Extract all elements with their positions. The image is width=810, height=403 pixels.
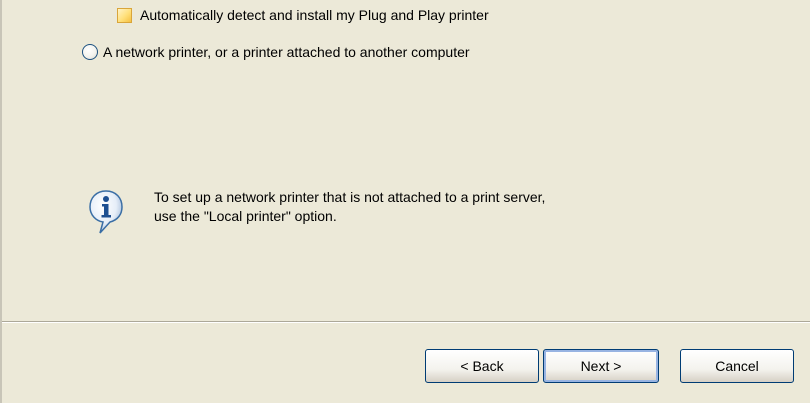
network-printer-radio[interactable] — [82, 44, 98, 60]
footer-separator — [2, 321, 810, 323]
info-icon — [88, 188, 124, 236]
auto-detect-checkbox[interactable] — [117, 7, 132, 23]
info-message-line-2: use the "Local printer" option. — [154, 208, 337, 224]
info-message-line-1: To set up a network printer that is not … — [154, 189, 546, 205]
add-printer-wizard-dialog: Automatically detect and install my Plug… — [0, 0, 810, 403]
back-button[interactable]: < Back — [425, 349, 539, 383]
auto-detect-option[interactable]: Automatically detect and install my Plug… — [117, 7, 489, 23]
cancel-button[interactable]: Cancel — [680, 349, 794, 383]
wizard-content-area: Automatically detect and install my Plug… — [2, 0, 810, 322]
network-printer-label: A network printer, or a printer attached… — [103, 44, 470, 60]
info-message: To set up a network printer that is not … — [154, 188, 545, 226]
network-printer-option[interactable]: A network printer, or a printer attached… — [82, 44, 470, 60]
auto-detect-label: Automatically detect and install my Plug… — [140, 7, 489, 23]
next-button[interactable]: Next > — [543, 349, 659, 383]
